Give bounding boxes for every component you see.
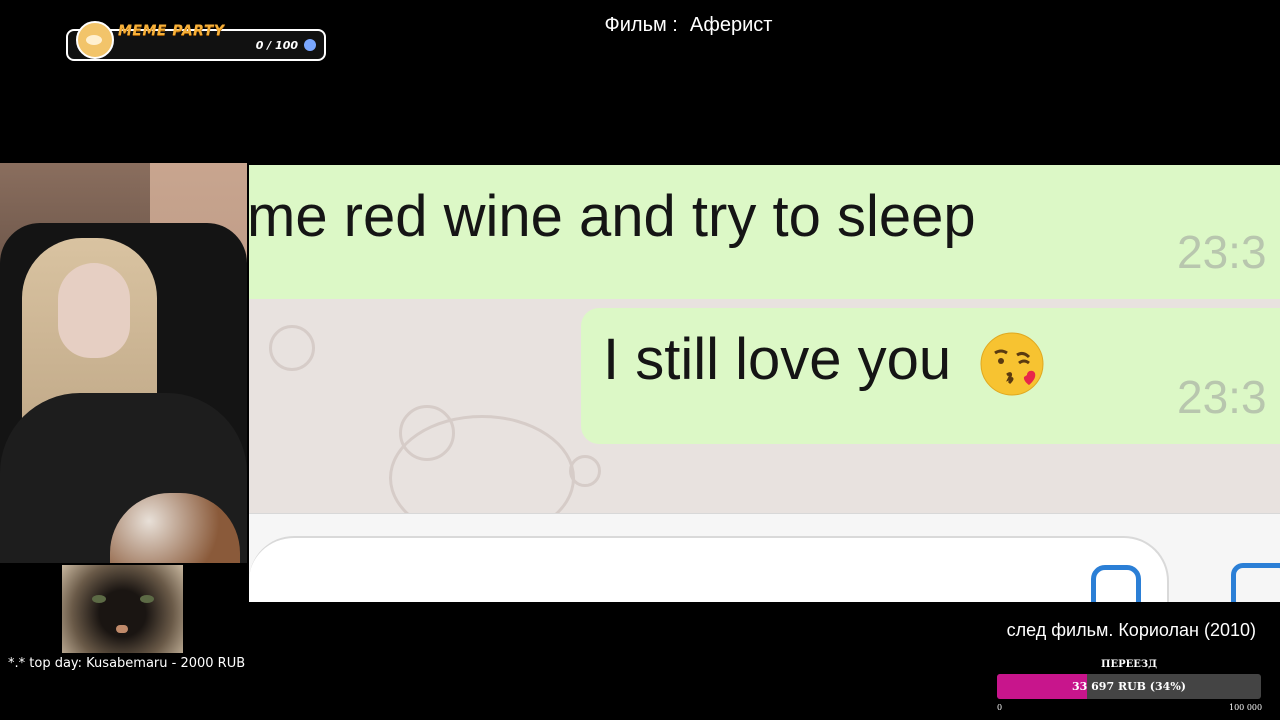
goal-progress-bar: 33 697 RUB (34%) xyxy=(997,674,1261,699)
cat-image xyxy=(62,565,183,653)
goal-max-label: 100 000 xyxy=(1229,703,1263,712)
message-text: I still love you xyxy=(603,327,952,392)
goal-title: ПЕРЕЕЗД xyxy=(1101,659,1157,670)
message-text: me red wine and try to sleep xyxy=(249,184,976,249)
message-time: 23:3 xyxy=(1177,226,1267,278)
sticker-icon xyxy=(1091,565,1141,602)
webcam-feed xyxy=(0,163,247,563)
coin-icon xyxy=(304,39,316,51)
film-name: Аферист xyxy=(689,14,773,36)
camera-icon xyxy=(1231,563,1280,602)
movie-screen: me red wine and try to sleep 23:3 I stil… xyxy=(249,165,1280,602)
message-bubble-incoming: me red wine and try to sleep 23:3 xyxy=(249,165,1280,299)
next-film-label: след фильм. Кориолан (2010) xyxy=(1006,620,1256,640)
message-bubble-outgoing: I still love you 23:3 xyxy=(581,308,1280,444)
goal-min-label: 0 xyxy=(997,703,1003,712)
message-time: 23:3 xyxy=(1177,371,1267,423)
meme-party-count: 0 / 100 xyxy=(255,39,298,52)
kiss-emoji-icon xyxy=(980,332,1044,396)
top-donator-label: *.* top day: Kusabemaru - 2000 RUB xyxy=(8,656,246,671)
chat-input-field xyxy=(249,536,1169,602)
film-title: Фильм : Аферист xyxy=(0,14,1280,37)
streamer-face xyxy=(58,263,130,358)
film-label: Фильм : xyxy=(604,14,678,36)
goal-progress-text: 33 697 RUB (34%) xyxy=(1072,680,1186,693)
